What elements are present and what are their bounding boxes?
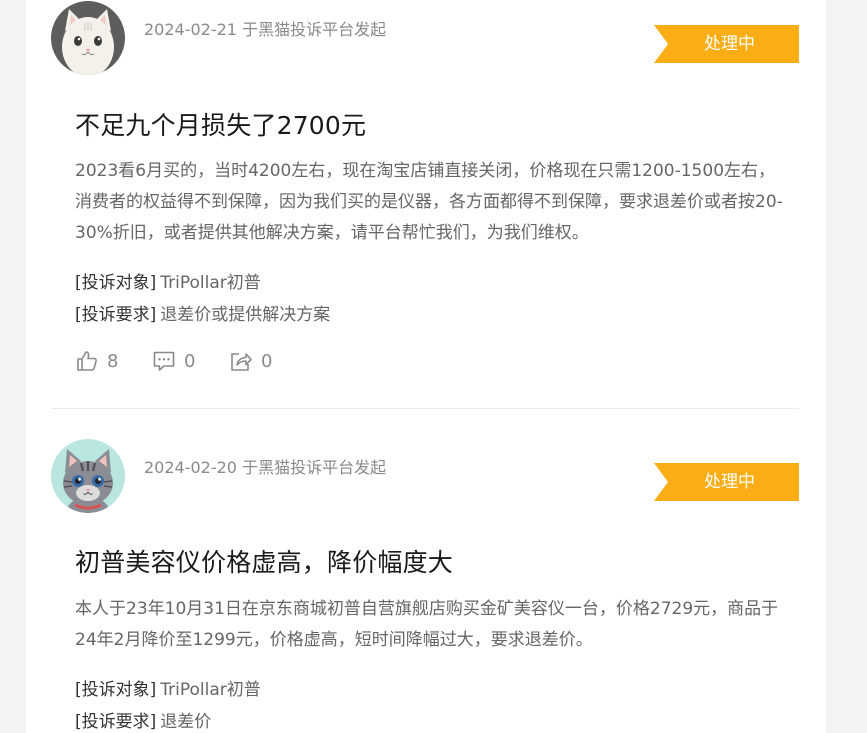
complaint-target: [投诉对象] TriPollar初普 xyxy=(75,675,261,700)
complaint-meta: 2024-02-20 于黑猫投诉平台发起 xyxy=(144,458,387,477)
like-count: 8 xyxy=(107,350,119,372)
complaint-title[interactable]: 初普美容仪价格虚高，降价幅度大 xyxy=(75,543,453,579)
demand-label: [投诉要求] xyxy=(75,712,157,732)
divider xyxy=(51,408,799,409)
comment-button[interactable]: 0 xyxy=(152,349,195,373)
complaint-list: 2024-02-21 于黑猫投诉平台发起 处理中 不足九个月损失了2700元 2… xyxy=(26,0,826,733)
target-value: TriPollar初普 xyxy=(160,680,261,700)
comment-count: 0 xyxy=(184,350,196,372)
complaint-title[interactable]: 不足九个月损失了2700元 xyxy=(75,106,366,142)
share-button[interactable]: 0 xyxy=(229,349,272,373)
white-cat-avatar-icon[interactable] xyxy=(51,1,125,75)
status-badge: 处理中 xyxy=(654,25,799,63)
comment-icon xyxy=(153,351,175,371)
share-count: 0 xyxy=(261,350,273,372)
complaint-demand: [投诉要求] 退差价 xyxy=(75,707,211,732)
complaint-content[interactable]: 本人于23年10月31日在京东商城初普自营旗舰店购买金矿美容仪一台，价格2729… xyxy=(75,594,785,656)
complaint-content[interactable]: 2023看6月买的，当时4200左右，现在淘宝店铺直接关闭，价格现在只需1200… xyxy=(75,156,785,249)
share-icon xyxy=(231,353,252,371)
thumbs-up-icon xyxy=(77,351,97,371)
demand-value: 退差价 xyxy=(160,712,212,732)
demand-value: 退差价或提供解决方案 xyxy=(160,305,331,325)
status-badge: 处理中 xyxy=(654,463,799,501)
target-label: [投诉对象] xyxy=(75,273,157,293)
complaint-target: [投诉对象] TriPollar初普 xyxy=(75,268,261,293)
demand-label: [投诉要求] xyxy=(75,305,157,325)
like-button[interactable]: 8 xyxy=(75,349,118,373)
target-label: [投诉对象] xyxy=(75,680,157,700)
gray-tabby-cat-avatar-icon[interactable] xyxy=(51,439,125,513)
complaint-meta: 2024-02-21 于黑猫投诉平台发起 xyxy=(144,20,387,39)
target-value: TriPollar初普 xyxy=(160,273,261,293)
complaint-demand: [投诉要求] 退差价或提供解决方案 xyxy=(75,300,330,325)
